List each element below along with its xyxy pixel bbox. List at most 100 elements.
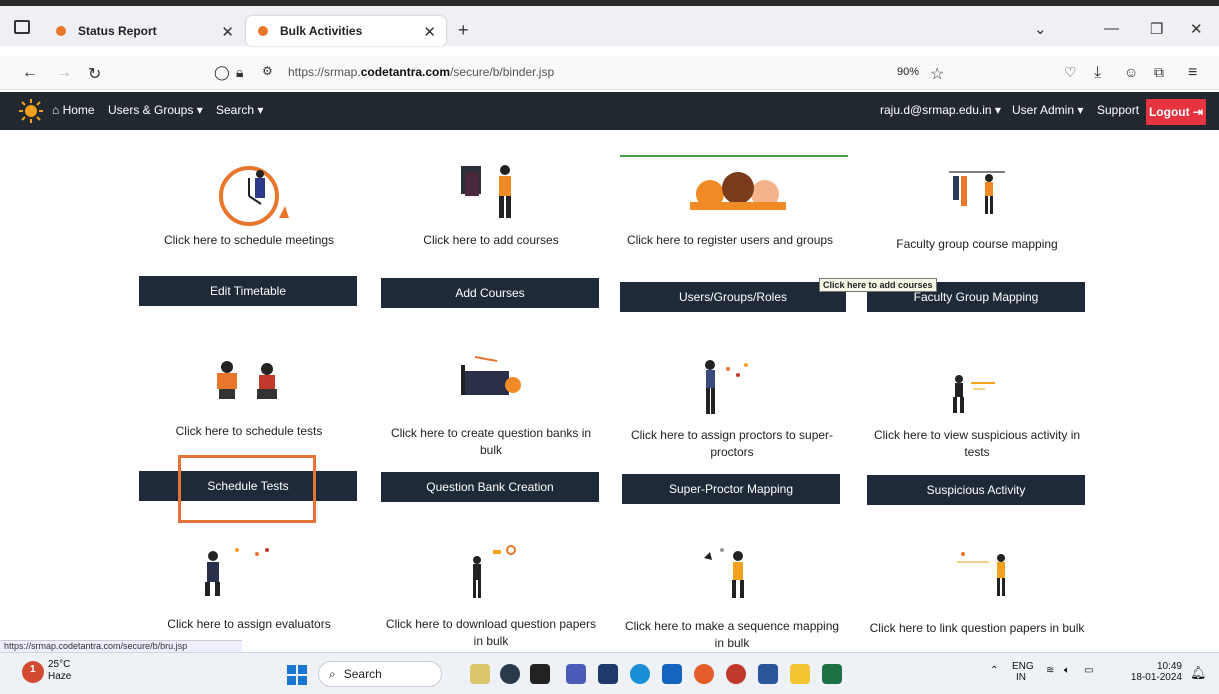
courses-illustration-icon (461, 165, 511, 218)
taskbar: 1 25°C Haze ⌕ Search ⌃ ENG IN ≋ 🔈︎ ▭ 10:… (0, 652, 1219, 694)
card-caption: Click here to assign evaluators (167, 617, 331, 631)
firefox-icon[interactable] (694, 664, 714, 684)
account-icon[interactable]: ☺ (1124, 64, 1138, 80)
tab-label: Status Report (78, 24, 157, 38)
permissions-icon[interactable]: ⚙ (262, 64, 273, 78)
card-schedule-meetings: Click here to schedule meetings Edit Tim… (139, 150, 359, 310)
url-prefix: https://srmap. (288, 65, 361, 79)
edge-icon[interactable] (630, 664, 650, 684)
forward-icon[interactable]: → (56, 64, 72, 82)
wifi-icon[interactable]: ≋ (1046, 665, 1054, 676)
suspicious-activity-button[interactable]: Suspicious Activity (867, 475, 1085, 505)
home-icon: ⌂ (52, 103, 63, 117)
download-illustration-icon (473, 545, 516, 598)
add-courses-button[interactable]: Add Courses (381, 278, 599, 308)
close-icon[interactable]: ✕ (423, 23, 436, 41)
teams-icon[interactable] (566, 664, 586, 684)
card-register-users: Click here to register users and groups … (620, 150, 846, 315)
card-caption: Click here to register users and groups (626, 233, 834, 247)
card-caption: Faculty group course mapping (896, 237, 1058, 251)
reload-icon[interactable]: ↻ (88, 64, 101, 84)
store-icon[interactable] (598, 664, 618, 684)
widgets-icon[interactable] (470, 664, 490, 684)
minimize-icon[interactable]: — (1104, 20, 1119, 37)
address-bar[interactable]: https://srmap.codetantra.com/secure/b/bi… (288, 65, 554, 79)
question-bank-illustration-icon (461, 356, 521, 395)
lock-icon[interactable]: 🔒︎ (236, 64, 243, 81)
tests-illustration-icon (217, 361, 277, 399)
card-sequence-mapping: Click here to make a sequence mapping in… (622, 540, 842, 650)
card-caption: Click here to download question papers i… (385, 617, 597, 648)
battery-icon[interactable]: ▭ (1084, 665, 1093, 676)
tab-status-report[interactable]: Status Report ✕ (44, 16, 244, 46)
download-icon[interactable]: ⤓ (1094, 64, 1101, 82)
pocket-icon[interactable]: ♡ (1064, 64, 1077, 81)
browser-nav-bar: ← → ↻ ◯ 🔒︎ ⚙ https://srmap.codetantra.co… (0, 56, 1219, 90)
tab-list-icon[interactable] (14, 20, 30, 34)
app-logo[interactable] (18, 98, 44, 124)
app-menu-icon[interactable]: ≡ (1188, 64, 1197, 82)
edit-timetable-button[interactable]: Edit Timetable (139, 276, 357, 306)
back-icon[interactable]: ← (22, 64, 38, 82)
shield-icon[interactable]: ◯ (214, 64, 230, 81)
proctor-illustration-icon (705, 360, 748, 414)
firefox-active-icon[interactable] (726, 664, 746, 684)
card-super-proctors: Click here to assign proctors to super-p… (622, 345, 842, 505)
weather-desc: Haze (48, 671, 72, 682)
card-suspicious-activity: Click here to view suspicious activity i… (867, 345, 1087, 505)
highlight-box (178, 455, 316, 523)
taskbar-search[interactable]: ⌕ Search (318, 661, 442, 687)
tab-bulk-activities[interactable]: Bulk Activities ✕ (246, 16, 446, 46)
task-view-icon[interactable] (530, 664, 550, 684)
tab-overflow-icon[interactable]: ⌄ (1034, 20, 1047, 38)
zoom-level[interactable]: 90% (897, 66, 919, 78)
tab-label: Bulk Activities (280, 24, 363, 38)
language-label: ENG (1012, 661, 1034, 672)
extensions-icon[interactable]: ⧉ (1154, 64, 1164, 81)
nav-home[interactable]: ⌂ Home (52, 103, 95, 117)
card-assign-evaluators: Click here to assign evaluators (139, 540, 359, 640)
chat-icon[interactable] (500, 664, 520, 684)
nav-home-label: Home (62, 103, 95, 117)
tab-favicon (258, 26, 268, 36)
nav-users-groups[interactable]: Users & Groups ▾ (108, 103, 203, 117)
card-caption: Click here to assign proctors to super-p… (630, 428, 834, 459)
weather-widget[interactable]: 1 25°C Haze (22, 659, 72, 683)
super-proctor-mapping-button[interactable]: Super-Proctor Mapping (622, 474, 840, 504)
language-indicator[interactable]: ENG IN (1012, 661, 1034, 683)
nav-user-email[interactable]: raju.d@srmap.edu.in ▾ (880, 103, 1001, 117)
card-caption: Click here to add courses (423, 233, 559, 247)
close-window-icon[interactable]: ✕ (1190, 20, 1203, 38)
new-tab-button[interactable]: + (458, 20, 469, 41)
card-link-papers: Click here to link question papers in bu… (867, 540, 1087, 640)
tray-chevron-icon[interactable]: ⌃ (990, 665, 998, 676)
tooltip: Click here to add courses (819, 278, 937, 292)
word-icon[interactable] (758, 664, 778, 684)
logout-icon: ⇥ (1192, 105, 1204, 119)
users-groups-roles-button[interactable]: Users/Groups/Roles (620, 282, 846, 312)
notification-bell-icon[interactable]: 🔔︎ (1190, 665, 1207, 681)
nav-user-admin[interactable]: User Admin ▾ (1012, 103, 1083, 117)
restore-icon[interactable]: ❐ (1150, 20, 1163, 38)
question-bank-creation-button[interactable]: Question Bank Creation (381, 472, 599, 502)
card-question-banks: Click here to create question banks in b… (381, 345, 601, 505)
nav-support[interactable]: Support (1097, 103, 1139, 117)
bookmark-star-icon[interactable]: ☆ (930, 64, 944, 84)
taskbar-search-label: Search (343, 667, 382, 681)
close-icon[interactable]: ✕ (221, 23, 234, 41)
file-explorer-icon[interactable] (790, 664, 810, 684)
clock-date: 18-01-2024 (1130, 672, 1182, 683)
start-button[interactable] (287, 665, 307, 685)
faculty-illustration-icon (949, 171, 1005, 214)
logout-button[interactable]: Logout ⇥ (1146, 99, 1206, 125)
browser-tab-bar: Status Report ✕ Bulk Activities ✕ + ⌄ — … (0, 0, 1219, 46)
volume-icon[interactable]: 🔈︎ (1064, 665, 1070, 676)
mail-icon[interactable] (662, 664, 682, 684)
clock[interactable]: 10:49 18-01-2024 (1120, 661, 1182, 683)
nav-search[interactable]: Search ▾ (216, 103, 263, 117)
search-icon: ⌕ (329, 666, 336, 681)
card-download-papers: Click here to download question papers i… (381, 540, 601, 648)
excel-icon[interactable] (822, 664, 842, 684)
card-caption: Click here to create question banks in b… (390, 426, 592, 457)
users-illustration-icon (690, 172, 786, 210)
